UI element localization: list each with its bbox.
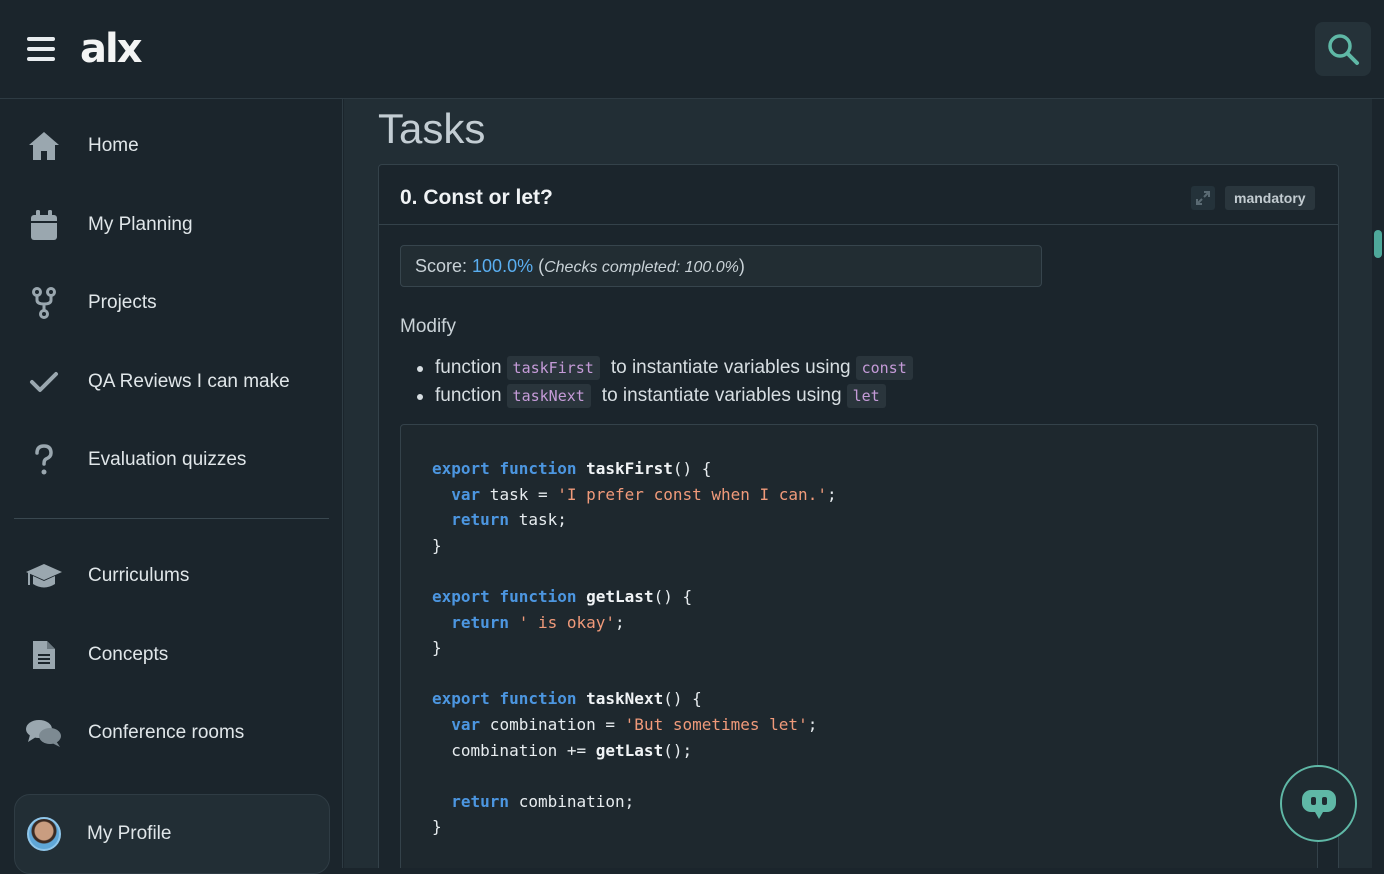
question-icon [14,444,74,476]
graduation-cap-icon [14,561,74,591]
score-paren-open: ( [533,256,545,276]
list-item-text: function [435,385,502,406]
home-icon [14,130,74,162]
document-icon [14,639,74,671]
scrollbar-thumb[interactable] [1374,230,1382,258]
logo[interactable]: alx [80,26,142,72]
task-card: 0. Const or let? mandatory Score: 100.0%… [378,164,1339,868]
sidebar-item-label: Conference rooms [88,722,245,743]
page-title: Tasks [378,105,486,152]
top-bar: alx [0,0,1384,99]
sidebar-item-my-planning[interactable]: My Planning [14,195,329,255]
chat-bubbles-icon [14,718,74,748]
sidebar-item-my-profile[interactable]: My Profile [14,794,330,874]
score-checks: Checks completed: 100.0% [544,259,739,276]
expand-icon [1196,191,1210,205]
list-item: function taskNext to instantiate variabl… [417,382,913,410]
sidebar-item-label: My Profile [87,823,172,844]
sidebar-item-label: QA Reviews I can make [88,371,290,392]
sidebar-item-label: Evaluation quizzes [88,449,247,470]
main-content: Tasks 0. Const or let? mandatory Score: … [344,99,1372,868]
inline-code: taskNext [506,384,591,408]
sidebar: Home My Planning Projects QA Reviews I c… [0,99,343,874]
score-box: Score: 100.0% (Checks completed: 100.0%) [400,245,1042,287]
chatbot-button[interactable] [1280,765,1357,842]
mandatory-badge: mandatory [1225,186,1315,210]
sidebar-item-label: Home [88,135,139,156]
task-description: Modify [400,316,456,337]
search-icon [1328,34,1359,65]
inline-code: const [855,356,913,380]
sidebar-item-qa-reviews[interactable]: QA Reviews I can make [14,352,329,412]
checkmark-icon [14,370,74,394]
score-value: 100.0% [472,256,534,276]
inline-code: taskFirst [506,356,600,380]
sidebar-item-label: Concepts [88,644,169,665]
fork-icon [14,286,74,320]
search-button[interactable] [1315,22,1371,76]
calendar-icon [14,209,74,241]
sidebar-item-evaluation-quizzes[interactable]: Evaluation quizzes [14,430,329,490]
sidebar-item-home[interactable]: Home [14,116,329,176]
requirements-list: function taskFirst to instantiate variab… [417,354,913,410]
list-item: function taskFirst to instantiate variab… [417,354,913,382]
chatbot-icon [1301,789,1336,819]
list-item-text: to instantiate variables using [610,357,851,378]
task-title: 0. Const or let? [400,186,553,209]
task-header: 0. Const or let? mandatory [379,165,1338,225]
score-paren-close: ) [738,256,745,276]
code-block: export function taskFirst() { var task =… [400,424,1318,868]
expand-button[interactable] [1191,186,1215,210]
list-item-text: function [435,357,502,378]
sidebar-divider [14,518,329,519]
list-item-text: to instantiate variables using [601,385,842,406]
hamburger-icon[interactable] [27,37,55,61]
sidebar-item-concepts[interactable]: Concepts [14,625,329,685]
sidebar-item-label: My Planning [88,214,193,235]
sidebar-item-label: Projects [88,292,157,313]
score-label: Score: [415,256,473,276]
avatar [27,817,61,851]
sidebar-item-label: Curriculums [88,565,190,586]
sidebar-item-projects[interactable]: Projects [14,273,329,333]
sidebar-item-conference-rooms[interactable]: Conference rooms [14,703,329,763]
inline-code: let [846,384,886,408]
sidebar-item-curriculums[interactable]: Curriculums [14,546,329,606]
